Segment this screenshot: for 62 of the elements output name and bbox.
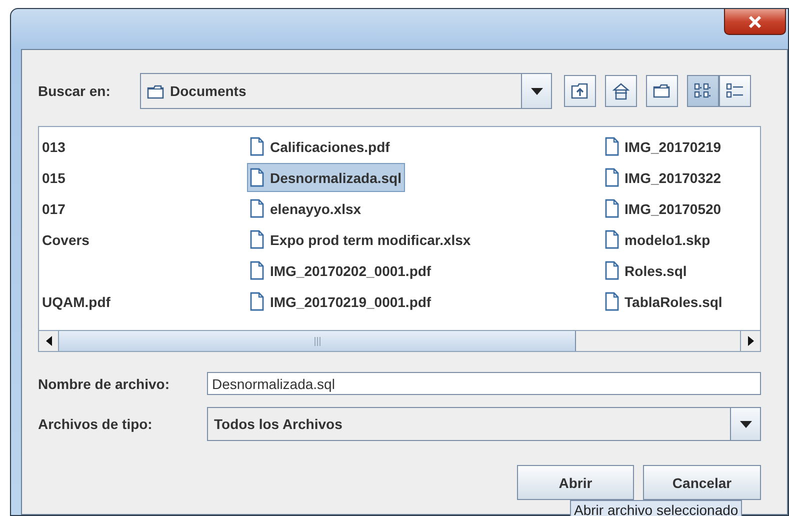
dropdown-button[interactable] xyxy=(521,74,551,108)
details-view-button[interactable] xyxy=(719,75,751,107)
open-button[interactable]: Abrir xyxy=(517,465,634,500)
list-view-icon xyxy=(694,83,712,99)
left-arrow-icon xyxy=(46,336,52,346)
list-view-button[interactable] xyxy=(687,75,719,107)
file-item[interactable]: IMG_20170520 xyxy=(602,194,726,223)
scrollbar-thumb[interactable] xyxy=(59,331,576,351)
file-name-field[interactable]: Desnormalizada.sql xyxy=(207,372,761,395)
caret-icon xyxy=(530,88,542,94)
file-icon xyxy=(604,292,619,311)
right-arrow-icon xyxy=(748,336,754,346)
close-icon xyxy=(748,16,762,28)
file-item[interactable]: IMG_20170219_0001.pdf xyxy=(246,287,436,316)
file-icon xyxy=(250,261,264,280)
file-item[interactable]: 013 xyxy=(39,132,70,161)
new-folder-button[interactable] xyxy=(646,75,678,107)
file-icon xyxy=(250,168,264,187)
home-icon xyxy=(612,82,630,100)
file-item[interactable]: 015 xyxy=(39,163,70,192)
file-item[interactable]: Covers xyxy=(39,225,94,254)
file-icon xyxy=(250,137,264,156)
details-view-icon xyxy=(726,83,744,99)
file-icon xyxy=(604,261,619,280)
grip-icon xyxy=(314,336,320,346)
file-item[interactable]: Desnormalizada.sql xyxy=(246,163,406,192)
file-item[interactable]: Expo prod term modificar.xlsx xyxy=(246,225,475,254)
file-item[interactable]: Roles.sql xyxy=(602,256,691,285)
caret-icon xyxy=(740,420,752,428)
folder-icon xyxy=(653,83,671,99)
file-icon xyxy=(604,168,619,187)
file-item[interactable]: IMG_20170219 xyxy=(602,132,726,161)
file-icon xyxy=(250,199,264,218)
file-icon xyxy=(250,230,264,249)
file-item[interactable]: IMG_20170202_0001.pdf xyxy=(246,256,436,285)
close-button[interactable] xyxy=(724,9,786,35)
file-icon xyxy=(250,292,264,311)
home-button[interactable] xyxy=(605,75,637,107)
file-type-value: Todos los Archivos xyxy=(214,416,342,432)
file-item[interactable]: IMG_20170322 xyxy=(602,163,726,192)
horizontal-scrollbar[interactable] xyxy=(39,330,760,351)
file-icon xyxy=(604,230,619,249)
file-item[interactable]: elenayyo.xlsx xyxy=(246,194,366,223)
file-icon xyxy=(604,199,619,218)
file-item[interactable]: Calificaciones.pdf xyxy=(246,132,394,161)
tooltip: Abrir archivo seleccionado xyxy=(570,500,742,516)
up-button[interactable] xyxy=(564,75,596,107)
look-in-dropdown[interactable]: Documents xyxy=(140,73,552,109)
dropdown-button[interactable] xyxy=(730,408,760,440)
look-in-value: Documents xyxy=(170,83,246,99)
folder-icon xyxy=(147,84,164,98)
file-icon xyxy=(604,137,619,156)
file-item[interactable]: TablaRoles.sql xyxy=(602,287,726,316)
file-item[interactable]: 017 xyxy=(39,194,70,223)
up-folder-icon xyxy=(571,83,589,99)
cancel-button[interactable]: Cancelar xyxy=(643,465,761,500)
file-type-label: Archivos de tipo: xyxy=(38,416,154,432)
look-in-label: Buscar en: xyxy=(38,83,112,99)
file-name-label: Nombre de archivo: xyxy=(38,376,170,392)
file-item[interactable]: UQAM.pdf xyxy=(39,287,114,316)
file-type-dropdown[interactable]: Todos los Archivos xyxy=(207,407,761,441)
file-item[interactable]: modelo1.skp xyxy=(602,225,714,254)
